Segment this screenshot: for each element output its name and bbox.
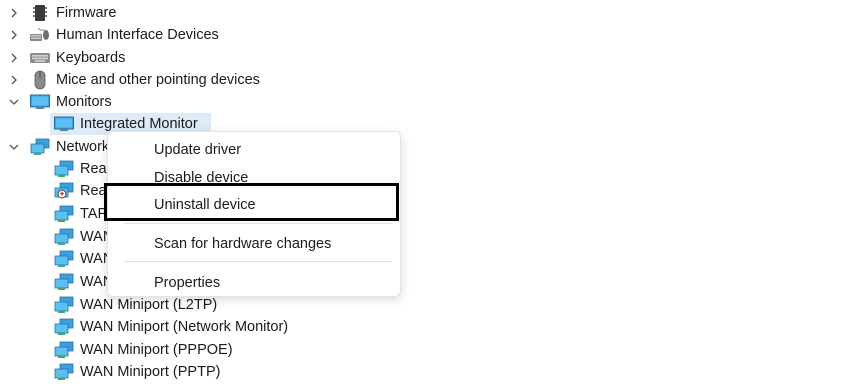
- menu-separator: [124, 223, 392, 224]
- tree-item-label: TAP: [80, 206, 108, 222]
- tree-item-network-adapter[interactable]: TAP: [0, 203, 107, 225]
- tree-item-label: Human Interface Devices: [56, 27, 219, 43]
- network-adapter-icon: [54, 295, 74, 315]
- tree-item-network-adapter[interactable]: WAN: [0, 271, 113, 293]
- tree-item-label: Real: [80, 161, 110, 177]
- network-adapter-icon: [54, 362, 74, 382]
- tree-item-network-adapter[interactable]: WAN Miniport (PPPOE): [0, 339, 233, 361]
- tree-item-firmware[interactable]: Firmware: [0, 2, 116, 24]
- menu-item-uninstall-device[interactable]: Uninstall device: [154, 193, 256, 217]
- chevron-right-icon[interactable]: [6, 2, 22, 24]
- chevron-down-icon[interactable]: [6, 91, 22, 113]
- tree-item-label: Rea: [80, 183, 107, 199]
- tree-item-label: WAN Miniport (Network Monitor): [80, 319, 289, 335]
- context-menu: Update driver Disable device Uninstall d…: [107, 131, 401, 297]
- chevron-right-icon[interactable]: [6, 24, 22, 46]
- tree-item-network-adapter[interactable]: Real: [0, 158, 110, 180]
- network-adapter-icon: [54, 340, 74, 360]
- tree-item-label: WAN Miniport (PPTP): [80, 364, 221, 380]
- network-adapter-icon: [54, 317, 74, 337]
- chevron-right-icon[interactable]: [6, 69, 22, 91]
- tree-item-label: Firmware: [56, 5, 117, 21]
- menu-item-disable-device[interactable]: Disable device: [154, 166, 248, 190]
- chevron-down-icon[interactable]: [6, 136, 22, 158]
- tree-item-label: Network: [56, 139, 110, 155]
- tree-item-network-adapter[interactable]: Rea: [0, 180, 107, 202]
- network-adapter-icon: [54, 204, 74, 224]
- tree-item-label: Integrated Monitor: [80, 116, 198, 132]
- menu-separator: [124, 261, 392, 262]
- network-adapter-icon: [30, 137, 50, 157]
- menu-item-scan-hardware[interactable]: Scan for hardware changes: [154, 232, 331, 256]
- network-adapter-icon: [54, 159, 74, 179]
- tree-item-network-adapter[interactable]: WAN Miniport (PPTP): [0, 361, 220, 383]
- hid-icon: [30, 25, 50, 45]
- network-adapter-disabled-icon: [54, 181, 74, 201]
- network-adapter-icon: [54, 272, 74, 292]
- tree-item-label: Keyboards: [56, 50, 126, 66]
- network-adapter-icon: [54, 249, 74, 269]
- tree-item-network-adapter[interactable]: WAN: [0, 226, 113, 248]
- network-adapter-icon: [54, 227, 74, 247]
- tree-item-label: WAN Miniport (PPPOE): [80, 342, 233, 358]
- tree-item-keyboards[interactable]: Keyboards: [0, 47, 125, 69]
- tree-item-network-adapter[interactable]: WAN: [0, 248, 113, 270]
- tree-item-network[interactable]: Network: [0, 136, 109, 158]
- tree-item-mice[interactable]: Mice and other pointing devices: [0, 69, 260, 91]
- tree-item-hid[interactable]: Human Interface Devices: [0, 24, 219, 46]
- mouse-icon: [30, 70, 50, 90]
- tree-item-label: WAN Miniport (L2TP): [80, 297, 218, 313]
- tree-item-label: Monitors: [56, 94, 112, 110]
- tree-item-label: Mice and other pointing devices: [56, 72, 260, 88]
- tree-item-monitors[interactable]: Monitors: [0, 91, 112, 113]
- menu-item-properties[interactable]: Properties: [154, 271, 220, 295]
- firmware-icon: [30, 3, 50, 23]
- tree-item-network-adapter[interactable]: WAN Miniport (L2TP): [0, 294, 217, 316]
- menu-item-update-driver[interactable]: Update driver: [154, 138, 241, 162]
- chevron-right-icon[interactable]: [6, 47, 22, 69]
- monitor-icon: [54, 114, 74, 134]
- monitor-icon: [30, 92, 50, 112]
- keyboard-icon: [30, 48, 50, 68]
- tree-item-network-adapter[interactable]: WAN Miniport (Network Monitor): [0, 316, 288, 338]
